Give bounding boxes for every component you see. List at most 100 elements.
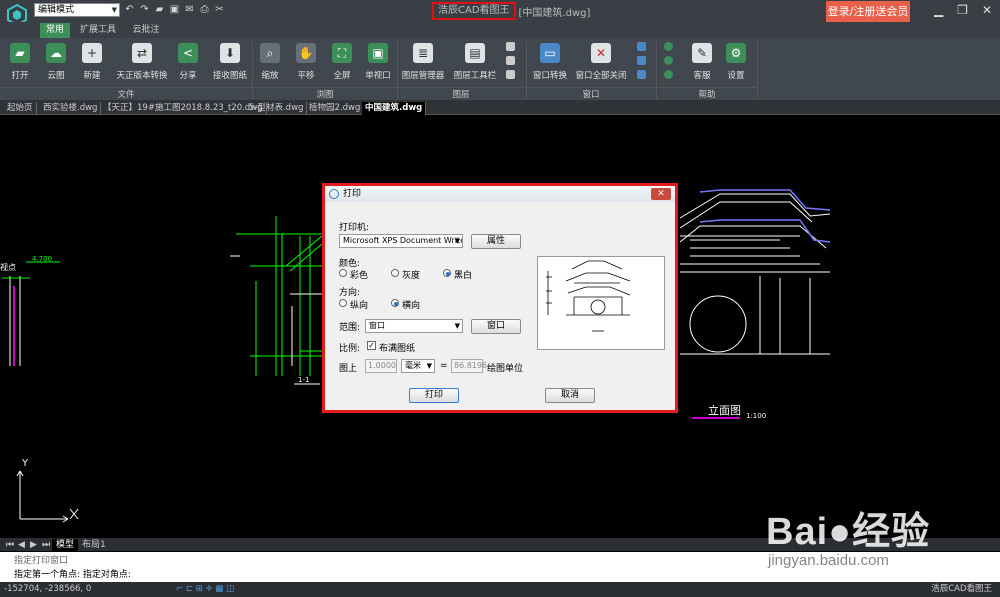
cancel-button[interactable]: 取消 [545,388,595,403]
open-button[interactable]: ▰ 打开 [0,41,40,83]
fullscreen-icon: ⛶ [332,43,352,63]
cloud-button[interactable]: ☁ 云图 [36,41,76,83]
tile-vertical-icon[interactable] [637,42,646,51]
color-radio-bw[interactable] [443,269,451,277]
paper-units-input[interactable]: 1.0000 [365,359,397,373]
status-bar: -152704, -238566, 0 ⌐ ⊏ ⊞ ✛ ▦ ◫ 浩辰CAD看图王 [0,582,1000,597]
color-radio-gray[interactable] [391,269,399,277]
doc-tab[interactable]: 植物园2.dwg [306,102,365,115]
receive-drawing-button[interactable]: ⬇ 接收图纸 [208,41,252,83]
settings-button[interactable]: ⚙ 设置 [716,41,756,83]
new-button[interactable]: + 新建 [72,41,112,83]
zoom-button[interactable]: ⌕ 缩放 [250,41,290,83]
preview-drawing [546,260,631,332]
settings-label: 设置 [727,71,745,81]
tab-model[interactable]: 模型 [52,539,79,551]
printer-label: 打印机: [339,223,370,233]
share-label: 分享 [179,71,197,81]
scale-label: 比例: [339,344,361,354]
login-register-button[interactable]: 登录/注册送会员 [826,1,910,22]
print-icon[interactable]: ⎙ [199,4,210,15]
fullscreen-button[interactable]: ⛶ 全屏 [322,41,362,83]
open-label: 打开 [11,71,29,81]
layer-toolbar-icon: ▤ [465,43,485,63]
close-all-windows-button[interactable]: ✕ 窗口全部关闭 [574,41,628,83]
gear-icon: ⚙ [726,43,746,63]
help-icon[interactable] [664,42,673,51]
ribbon: ▰ 打开 ☁ 云图 + 新建 ⇄ 天正版本转换 < 分享 ⬇ 接收图纸 文件 ⌕… [0,38,1000,100]
document-tabs: 起始页 西实验楼.dwg 【天正】19#施工图2018.8.23_t20.dwg… [0,100,1000,115]
doc-tab-start[interactable]: 起始页 [4,102,37,115]
close-icon[interactable]: ✕ [982,3,992,17]
hand-icon: ✋ [296,43,316,63]
tile-horizontal-icon[interactable] [637,56,646,65]
tab-cloud-annotation[interactable]: 云批注 [126,23,166,38]
range-label: 范围: [339,323,361,333]
redo-icon[interactable]: ↷ [139,4,150,15]
open-icon[interactable]: ▰ [154,4,165,15]
email-icon[interactable]: ✉ [184,4,195,15]
unit-select[interactable]: 毫米 ▼ [401,359,435,373]
tab-layout1[interactable]: 布局1 [78,539,110,551]
left-label: 视点 [0,262,16,272]
single-viewport-label: 单视口 [365,71,391,81]
tab-extended-tools[interactable]: 扩展工具 [74,23,122,38]
range-select[interactable]: 窗口 ▼ [365,319,463,333]
zoom-label: 缩放 [261,71,279,81]
print-button[interactable]: 打印 [409,388,459,403]
document-title: [中国建筑.dwg] [518,7,591,19]
orientation-radio-portrait[interactable] [339,299,347,307]
layer-manager-button[interactable]: ≣ 图层管理器 [398,41,448,83]
printer-select-value: Microsoft XPS Document Writer [343,236,463,245]
status-toggle-icons[interactable]: ⌐ ⊏ ⊞ ✛ ▦ ◫ [176,582,234,597]
ucs-axis-icon [16,470,79,523]
layer-toolbar-button[interactable]: ▤ 图层工具栏 [450,41,500,83]
layer-small-icon[interactable] [506,42,515,51]
pan-button[interactable]: ✋ 平移 [286,41,326,83]
dialog-close-icon[interactable]: ✕ [651,188,671,200]
layer-toolbar-label: 图层工具栏 [453,71,497,81]
window-switch-button[interactable]: ▭ 窗口转换 [530,41,570,83]
group-file: 文件 [0,87,252,100]
share-button[interactable]: < 分享 [168,41,208,83]
properties-button[interactable]: 属性 [471,234,521,249]
window-switch-icon: ▭ [540,43,560,63]
color-radio-color[interactable] [339,269,347,277]
feedback-icon[interactable] [664,56,673,65]
layer-small-icon[interactable] [506,70,515,79]
mode-select[interactable]: 编辑模式 ▼ [34,3,120,17]
info-icon[interactable] [664,70,673,79]
quick-access-toolbar: ↶ ↷ ▰ ▣ ✉ ⎙ ✂ [124,4,225,15]
cloud-icon: ☁ [46,43,66,63]
doc-tab[interactable]: 5-型材表.dwg [246,102,308,115]
window-select-button[interactable]: 窗口 [471,319,521,334]
tab-common[interactable]: 常用 [40,23,70,38]
undo-icon[interactable]: ↶ [124,4,135,15]
doc-tab[interactable]: 西实验楼.dwg [40,102,102,115]
window-controls: ▁ ❐ ✕ [934,3,992,17]
doc-tab[interactable]: 【天正】19#施工图2018.8.23_t20.dwg [100,102,267,115]
single-viewport-button[interactable]: ▣ 单视口 [358,41,398,83]
drawing-units-input[interactable]: 86.8196 [451,359,487,373]
fit-paper-checkbox[interactable]: ✓ [367,341,376,350]
axis-y-label: Y [21,458,29,469]
cut-icon[interactable]: ✂ [214,4,225,15]
pan-label: 平移 [297,71,315,81]
close-window-icon: ✕ [591,43,611,63]
orientation-radio-landscape[interactable] [391,299,399,307]
layer-small-icon[interactable] [506,56,515,65]
dialog-title: 打印 [343,189,362,199]
status-app-name: 浩辰CAD看图王 [931,584,992,594]
dialog-highlight-frame: 打印 ✕ 打印机: Microsoft XPS Document Writer … [322,183,678,413]
receive-label: 接收图纸 [212,71,247,81]
doc-tab-active[interactable]: 中国建筑.dwg [362,102,427,115]
tangent-convert-button[interactable]: ⇄ 天正版本转换 [114,41,170,83]
zoom-icon: ⌕ [260,43,280,63]
save-icon[interactable]: ▣ [169,4,180,15]
range-select-value: 窗口 [369,321,385,330]
cascade-icon[interactable] [637,70,646,79]
minimize-icon[interactable]: ▁ [934,3,943,17]
printer-select[interactable]: Microsoft XPS Document Writer ▼ [339,234,463,248]
chevron-down-icon: ▼ [454,237,460,245]
restore-icon[interactable]: ❐ [957,3,968,17]
